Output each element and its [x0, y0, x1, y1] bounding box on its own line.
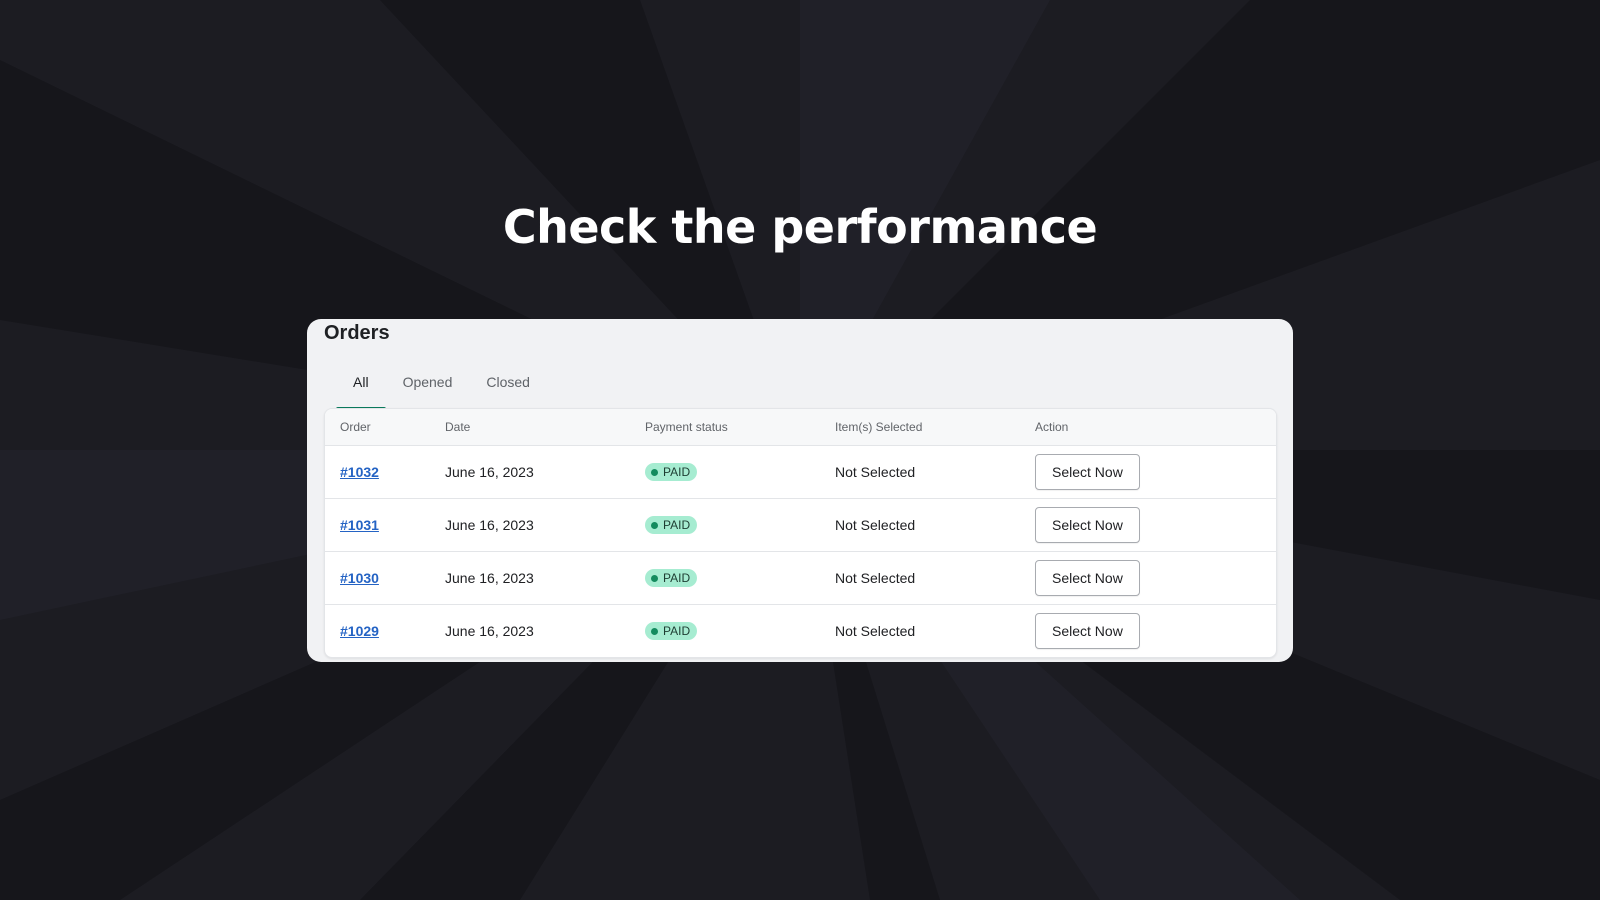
payment-status-label: PAID — [663, 624, 691, 639]
tab-opened[interactable]: Opened — [386, 367, 470, 410]
payment-status-badge: PAID — [645, 463, 698, 482]
items-selected: Not Selected — [835, 623, 916, 639]
orders-table: Order Date Payment status Item(s) Select… — [324, 408, 1277, 658]
orders-card: Orders All Opened Closed Order Date Paym… — [307, 319, 1293, 662]
select-now-button[interactable]: Select Now — [1035, 454, 1140, 490]
column-header-payment-status: Payment status — [645, 409, 835, 446]
column-header-date: Date — [445, 409, 645, 446]
payment-status-label: PAID — [663, 518, 691, 533]
status-dot-icon — [651, 521, 658, 529]
column-header-action: Action — [1035, 409, 1276, 446]
payment-status-label: PAID — [663, 571, 691, 586]
payment-status-badge: PAID — [645, 569, 698, 588]
status-dot-icon — [651, 627, 658, 635]
payment-status-badge: PAID — [645, 622, 698, 641]
payment-status-label: PAID — [663, 465, 691, 480]
order-date: June 16, 2023 — [445, 623, 534, 639]
payment-status-badge: PAID — [645, 516, 698, 535]
items-selected: Not Selected — [835, 498, 1035, 552]
order-date: June 16, 2023 — [445, 445, 645, 499]
status-dot-icon — [651, 574, 658, 582]
order-link[interactable]: #1031 — [340, 517, 379, 533]
order-link[interactable]: #1030 — [340, 570, 379, 586]
tab-all[interactable]: All — [336, 367, 386, 410]
order-date: June 16, 2023 — [445, 498, 645, 552]
table-row: #1030 June 16, 2023 PAID Not Selected Se… — [325, 551, 1276, 605]
order-link[interactable]: #1029 — [340, 623, 379, 639]
tab-closed[interactable]: Closed — [469, 367, 547, 410]
table-header-row: Order Date Payment status Item(s) Select… — [325, 409, 1276, 446]
table-row: #1031 June 16, 2023 PAID Not Selected Se… — [325, 498, 1276, 552]
order-date: June 16, 2023 — [445, 551, 645, 605]
orders-tabs: All Opened Closed — [336, 367, 547, 410]
orders-title: Orders — [324, 322, 390, 344]
items-selected: Not Selected — [835, 551, 1035, 605]
status-dot-icon — [651, 468, 658, 476]
select-now-button[interactable]: Select Now — [1035, 560, 1140, 596]
table-row: #1032 June 16, 2023 PAID Not Selected Se… — [325, 445, 1276, 499]
column-header-items-selected: Item(s) Selected — [835, 409, 1035, 446]
table-row: #1029 June 16, 2023 PAID Not Selected Se… — [325, 605, 1276, 658]
order-link[interactable]: #1032 — [340, 464, 379, 480]
select-now-button[interactable]: Select Now — [1035, 613, 1140, 649]
select-now-button[interactable]: Select Now — [1035, 507, 1140, 543]
page-headline: Check the performance — [502, 200, 1098, 254]
column-header-order: Order — [325, 409, 445, 446]
items-selected: Not Selected — [835, 445, 1035, 499]
